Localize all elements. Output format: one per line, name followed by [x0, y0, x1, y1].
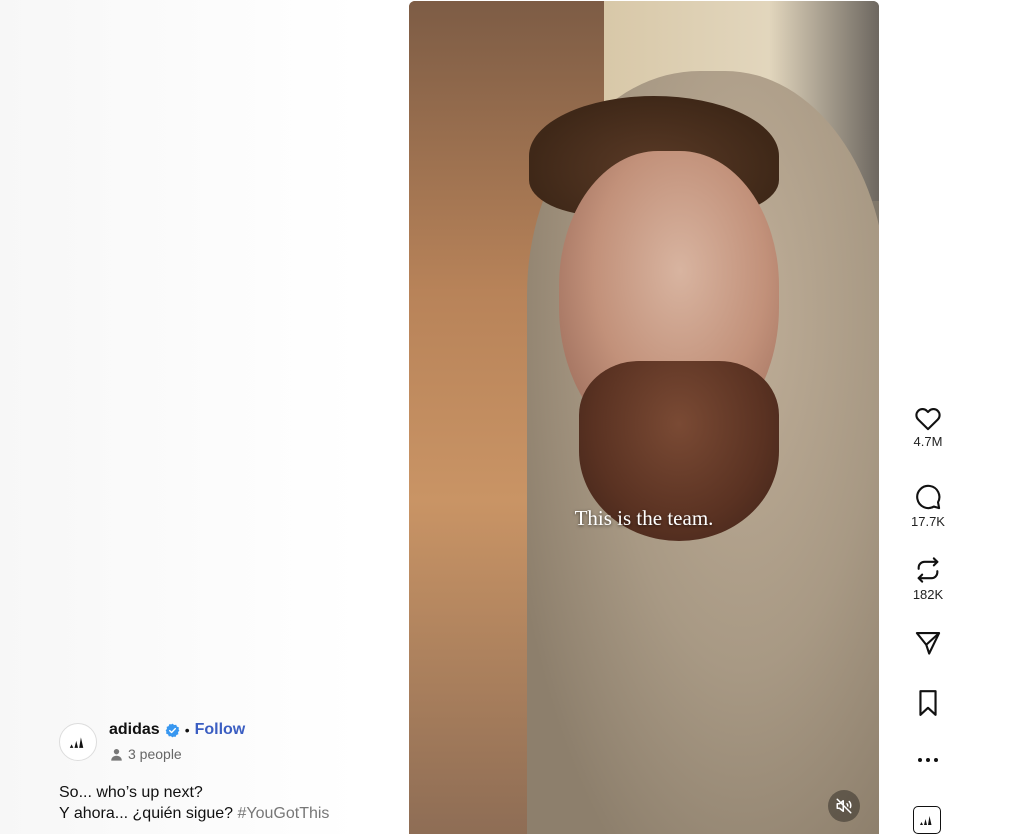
adidas-logo-icon [69, 737, 84, 748]
more-options-button[interactable] [900, 755, 956, 765]
share-button[interactable] [900, 629, 956, 657]
person-icon [111, 748, 122, 761]
like-count: 4.7M [913, 434, 943, 449]
description-line-1: So... who’s up next? [59, 784, 203, 801]
author-row: adidas • Follow [109, 721, 245, 739]
like-button[interactable]: 4.7M [900, 405, 956, 449]
save-button[interactable] [900, 689, 956, 717]
audio-avatar[interactable] [913, 806, 941, 834]
author-avatar[interactable] [59, 723, 97, 761]
post-description: So... who’s up next? Y ahora... ¿quién s… [59, 782, 329, 824]
reel-video[interactable]: This is the team. [409, 1, 879, 834]
comment-count: 17.7K [911, 514, 945, 529]
description-line-2-text: Y ahora... ¿quién sigue? [59, 805, 238, 822]
send-icon [915, 632, 941, 655]
comment-bubble-icon [916, 484, 941, 510]
repost-count: 182K [912, 587, 944, 602]
mute-button[interactable] [828, 790, 860, 822]
people-count-text: 3 people [128, 746, 182, 762]
verified-badge-icon [165, 723, 180, 737]
repost-button[interactable]: 182K [900, 556, 956, 602]
follow-button[interactable]: Follow [195, 721, 246, 739]
separator-dot: • [184, 722, 190, 738]
author-name[interactable]: adidas [109, 721, 160, 739]
heart-icon [915, 408, 941, 431]
adidas-logo-icon [920, 816, 932, 825]
repost-icon [917, 557, 939, 583]
more-horizontal-icon [918, 758, 938, 762]
description-line-2: Y ahora... ¿quién sigue? #YouGotThis [59, 803, 329, 824]
hashtag-link[interactable]: #YouGotThis [238, 805, 330, 822]
video-caption: This is the team. [574, 506, 714, 530]
comment-button[interactable]: 17.7K [900, 483, 956, 529]
speaker-muted-icon [836, 798, 852, 814]
people-row[interactable]: 3 people [110, 746, 182, 762]
bookmark-icon [919, 690, 937, 716]
